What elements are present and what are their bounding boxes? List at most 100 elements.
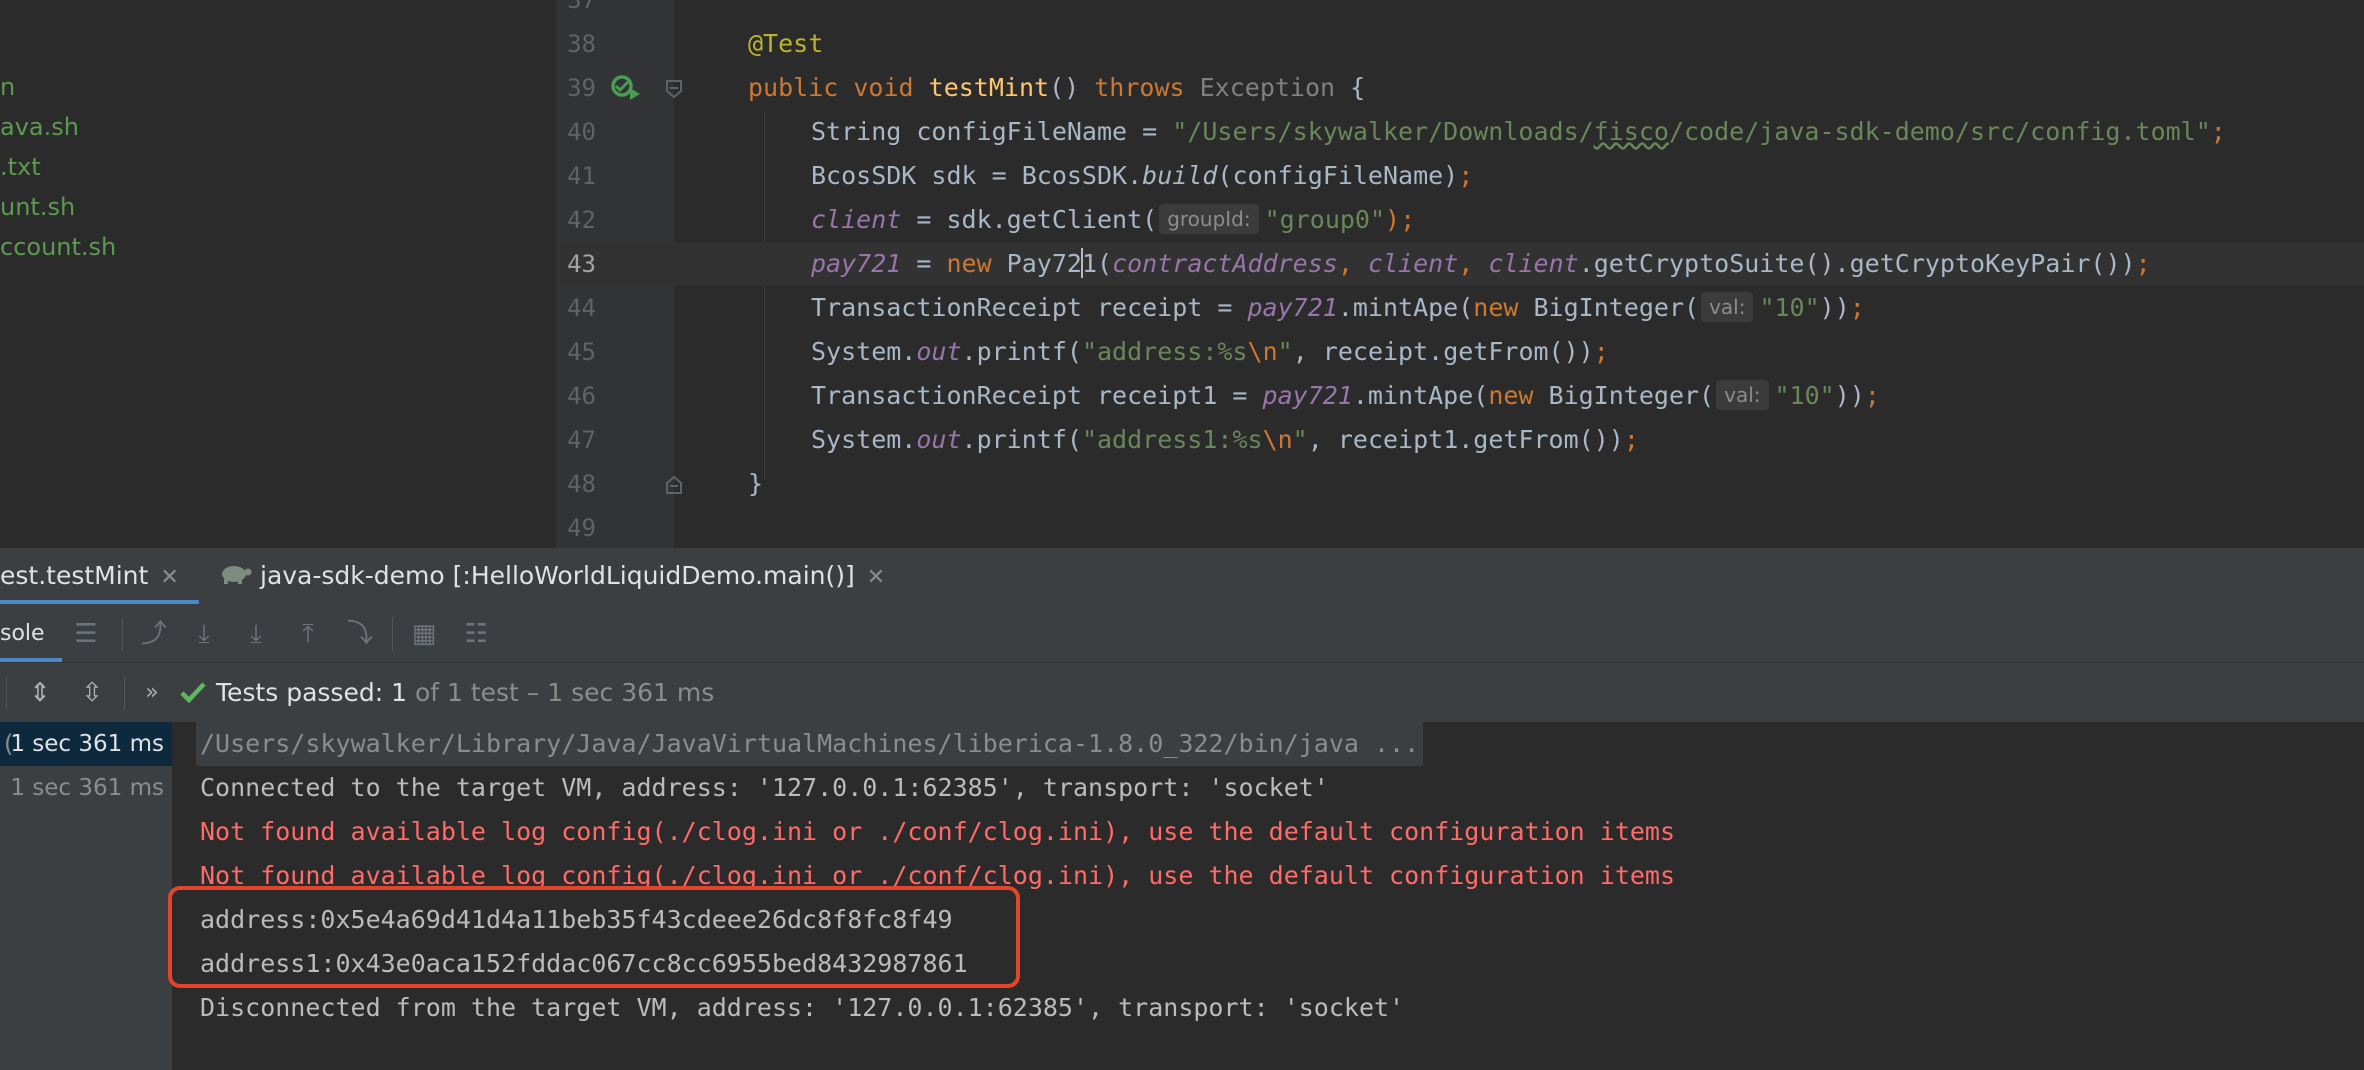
code-text: @Test — [748, 22, 823, 66]
run-tab-testmint[interactable]: est.testMint ✕ — [0, 548, 199, 604]
fold-icon[interactable] — [666, 80, 682, 99]
run-tab-java-sdk-demo[interactable]: java-sdk-demo [:HelloWorldLiquidDemo.mai… — [218, 548, 885, 604]
tab-label: sole — [0, 621, 45, 646]
layout-icon[interactable]: ☷ — [458, 616, 494, 652]
current-code-line: 43 pay721 = new Pay721(contractAddress, … — [556, 242, 2364, 286]
code-token: ); — [1385, 205, 1416, 234]
import-icon[interactable]: ⤓ — [238, 616, 274, 652]
semicolon: ; — [1593, 337, 1609, 366]
code-line: 47 System.out.printf("address1:%s\n", re… — [556, 418, 2364, 462]
toolbar-separator — [6, 676, 7, 710]
keyword: throws — [1094, 73, 1185, 102]
field-name: client — [1367, 249, 1459, 278]
tree-item[interactable]: unt.sh — [0, 188, 75, 226]
table-icon[interactable]: ▦ — [406, 616, 442, 652]
semicolon: ; — [2135, 249, 2151, 278]
code-text: BcosSDK sdk = BcosSDK.build(configFileNa… — [811, 154, 1473, 198]
test-duration: 1 sec 361 ms — [10, 775, 164, 801]
toolbar-separator — [124, 676, 125, 710]
code-text: System.out.printf("address:%s\n", receip… — [811, 330, 1609, 374]
close-icon[interactable]: ✕ — [160, 565, 178, 590]
test-results-tree: ( 1 sec 361 ms 1 sec 361 ms — [0, 722, 172, 1070]
class-name: Pay72 — [991, 249, 1082, 278]
tab-console[interactable]: sole — [0, 606, 62, 662]
line-number: 39 — [567, 74, 596, 102]
keyword: void — [853, 73, 914, 102]
semicolon: ; — [1458, 161, 1474, 190]
line-number: 45 — [567, 338, 596, 366]
code-token: (configFileName) — [1217, 161, 1459, 190]
string-literal: /code/java-sdk-demo/src/config.toml" — [1668, 117, 2211, 146]
escape-sequence: \n — [1262, 425, 1293, 454]
turtle-icon — [218, 549, 252, 605]
code-token: = sdk.getClient( — [901, 205, 1158, 234]
tab-label: est.testMint — [0, 561, 149, 590]
status-detail: of 1 test – 1 sec 361 ms — [414, 678, 715, 707]
rerun-icon[interactable]: ⤴ — [136, 616, 172, 652]
code-line: 48 } — [556, 462, 2364, 506]
escape-sequence: \n — [1247, 337, 1278, 366]
code-text: } — [748, 469, 764, 498]
line-number: 43 — [567, 250, 596, 278]
field-name: out — [916, 425, 962, 454]
code-token: ( — [1097, 249, 1113, 278]
console-command-line[interactable]: /Users/skywalker/Library/Java/JavaVirtua… — [196, 722, 1424, 766]
keyword: new — [1488, 381, 1534, 410]
code-token: String configFileName = — [811, 117, 1173, 146]
parameter-hint: val: — [1716, 380, 1769, 410]
code-text: public void testMint() throws Exception … — [748, 66, 1365, 110]
expand-all-icon[interactable]: ⇕ — [22, 675, 58, 711]
semicolon: ; — [1864, 381, 1880, 410]
code-token: , — [1337, 249, 1368, 278]
keyword: public — [748, 73, 839, 102]
line-number: 46 — [567, 382, 596, 410]
console-error-line: Not found available log config(./clog.in… — [200, 817, 1676, 846]
line-number: 49 — [567, 514, 596, 542]
more-icon[interactable]: » — [134, 675, 170, 711]
collapse-all-icon[interactable]: ⇳ — [74, 675, 110, 711]
code-token: BigInteger( — [1533, 381, 1715, 410]
code-token: .mintApe( — [1352, 381, 1489, 410]
line-number: 48 — [567, 470, 596, 498]
code-token: .printf( — [961, 425, 1082, 454]
tree-item[interactable]: .txt — [0, 148, 41, 186]
run-test-gutter-icon[interactable] — [610, 74, 642, 102]
tree-row[interactable]: 1 sec 361 ms — [0, 766, 172, 810]
run-tabs-bar: est.testMint ✕ java-sdk-demo [:HelloWorld… — [0, 548, 2364, 607]
line-number: 47 — [567, 426, 596, 454]
class-name: 1 — [1081, 249, 1097, 278]
code-line: 45 System.out.printf("address:%s\n", rec… — [556, 330, 2364, 374]
tree-item[interactable]: ccount.sh — [0, 228, 116, 266]
upload-icon[interactable]: ⤒ — [290, 616, 326, 652]
code-token: System. — [811, 425, 917, 454]
string-literal: "group0" — [1264, 205, 1386, 234]
field-name: client — [811, 205, 902, 234]
field-name: client — [1488, 249, 1579, 278]
download-icon[interactable]: ⤓ — [186, 616, 222, 652]
code-text: String configFileName = "/Users/skywalke… — [811, 110, 2226, 154]
line-number: 41 — [567, 162, 596, 190]
menu-lines-icon[interactable]: ☰ — [68, 616, 104, 652]
string-literal: " — [1292, 425, 1308, 454]
toolbar-separator — [122, 617, 123, 651]
code-line: 42 client = sdk.getClient(groupId: "group… — [556, 198, 2364, 242]
code-token: System. — [811, 337, 917, 366]
fold-icon[interactable] — [666, 475, 682, 494]
static-method: build — [1142, 161, 1218, 190]
tree-row-selected[interactable]: ( 1 sec 361 ms — [0, 722, 172, 766]
code-token: )) — [1834, 381, 1865, 410]
code-text: pay721 = new Pay721(contractAddress, cli… — [811, 242, 2151, 286]
code-line: 41 BcosSDK sdk = BcosSDK.build(configFil… — [556, 154, 2364, 198]
string-literal: "10" — [1759, 293, 1820, 322]
code-line: 37 — [556, 0, 2364, 22]
close-icon[interactable]: ✕ — [867, 565, 885, 590]
filter-icon[interactable]: ⤵ — [342, 616, 378, 652]
line-number: 38 — [567, 30, 596, 58]
test-toolbar: ⇕ ⇳ » Tests passed: 1 of 1 test – 1 sec … — [0, 662, 2364, 724]
test-duration: 1 sec 361 ms — [10, 731, 164, 757]
tree-item[interactable]: ava.sh — [0, 108, 79, 146]
keyword: new — [946, 249, 992, 278]
tree-item[interactable]: n — [0, 68, 15, 106]
line-number: 40 — [567, 118, 596, 146]
code-editor[interactable]: 37 38 @Test 39 public void testMint() th… — [556, 0, 2364, 548]
